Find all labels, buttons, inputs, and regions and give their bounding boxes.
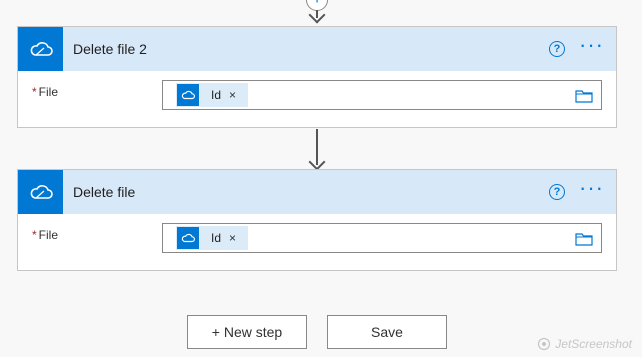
- onedrive-cloud-icon: [18, 27, 63, 71]
- connector-arrow: [300, 129, 334, 171]
- camera-icon: [538, 337, 551, 351]
- file-field-label: * File: [32, 85, 59, 99]
- onedrive-cloud-icon: [18, 170, 63, 214]
- help-icon[interactable]: ?: [549, 184, 566, 200]
- folder-icon[interactable]: [575, 232, 593, 251]
- action-card-header[interactable]: Delete file ? ···: [18, 170, 616, 214]
- action-card-header[interactable]: Delete file 2 ? ···: [18, 27, 616, 71]
- file-input[interactable]: Id ×: [162, 80, 602, 110]
- token-label: Id: [211, 88, 222, 102]
- file-input[interactable]: Id ×: [162, 223, 602, 253]
- action-title: Delete file 2: [73, 41, 147, 57]
- more-options-icon[interactable]: ···: [579, 34, 604, 60]
- save-button[interactable]: Save: [327, 315, 447, 349]
- watermark-text: JetScreenshot: [555, 337, 632, 351]
- dynamic-content-token[interactable]: Id ×: [176, 226, 249, 250]
- connector-arrow-top: [300, 6, 334, 24]
- new-step-button[interactable]: + New step: [187, 315, 307, 349]
- folder-icon[interactable]: [575, 89, 593, 108]
- help-icon[interactable]: ?: [549, 41, 566, 57]
- action-card-delete-file: Delete file ? ··· * File Id ×: [17, 169, 617, 271]
- file-field-label: * File: [32, 228, 59, 242]
- onedrive-cloud-icon: [177, 227, 199, 249]
- token-label: Id: [211, 231, 222, 245]
- action-card-delete-file-2: Delete file 2 ? ··· * File Id ×: [17, 26, 617, 128]
- watermark: JetScreenshot: [537, 337, 632, 351]
- action-title: Delete file: [73, 184, 136, 200]
- token-remove-button[interactable]: ×: [229, 231, 236, 245]
- dynamic-content-token[interactable]: Id ×: [176, 83, 249, 107]
- token-remove-button[interactable]: ×: [229, 88, 236, 102]
- onedrive-cloud-icon: [177, 84, 199, 106]
- more-options-icon[interactable]: ···: [579, 177, 604, 203]
